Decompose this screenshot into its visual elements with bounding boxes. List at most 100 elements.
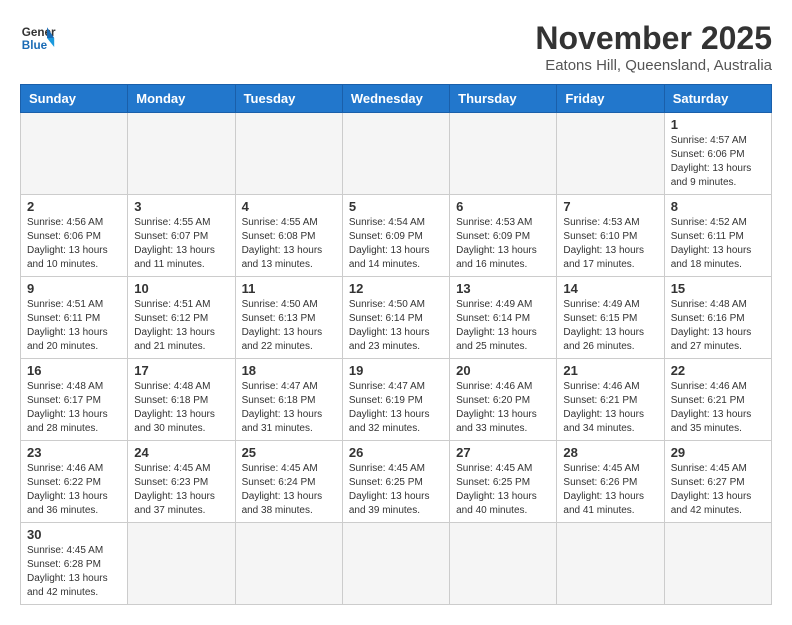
day-number: 3 (134, 199, 228, 214)
calendar-cell: 8 Sunrise: 4:52 AM Sunset: 6:11 PM Daylig… (664, 195, 771, 277)
calendar-cell: 11 Sunrise: 4:50 AM Sunset: 6:13 PM Dayli… (235, 277, 342, 359)
day-number: 21 (563, 363, 657, 378)
day-info: Sunrise: 4:45 AM Sunset: 6:25 PM Dayligh… (456, 462, 550, 518)
calendar-cell: 23 Sunrise: 4:46 AM Sunset: 6:22 PM Dayli… (21, 441, 128, 523)
day-number: 25 (242, 445, 336, 460)
calendar-cell: 25 Sunrise: 4:45 AM Sunset: 6:24 PM Dayli… (235, 441, 342, 523)
calendar-cell: 19Sunrise: 4:47 AM Sunset: 6:19 PM Dayli… (342, 359, 449, 441)
calendar-cell (664, 523, 771, 605)
day-number: 14 (563, 281, 657, 296)
calendar-cell: 26 Sunrise: 4:45 AM Sunset: 6:25 PM Dayli… (342, 441, 449, 523)
calendar-cell: 22 Sunrise: 4:46 AM Sunset: 6:21 PM Dayli… (664, 359, 771, 441)
calendar-cell: 9Sunrise: 4:51 AM Sunset: 6:11 PM Daylig… (21, 277, 128, 359)
calendar-cell: 13 Sunrise: 4:49 AM Sunset: 6:14 PM Dayli… (450, 277, 557, 359)
logo: General Blue (20, 20, 56, 56)
calendar-cell: 27 Sunrise: 4:45 AM Sunset: 6:25 PM Dayli… (450, 441, 557, 523)
day-number: 16 (27, 363, 121, 378)
day-number: 24 (134, 445, 228, 460)
day-info: Sunrise: 4:53 AM Sunset: 6:10 PM Dayligh… (563, 216, 657, 272)
day-number: 26 (349, 445, 443, 460)
calendar-cell: 7 Sunrise: 4:53 AM Sunset: 6:10 PM Daylig… (557, 195, 664, 277)
calendar-cell: 12 Sunrise: 4:50 AM Sunset: 6:14 PM Dayli… (342, 277, 449, 359)
day-number: 13 (456, 281, 550, 296)
calendar-cell: 29Sunrise: 4:45 AM Sunset: 6:27 PM Dayli… (664, 441, 771, 523)
calendar-cell: 30 Sunrise: 4:45 AM Sunset: 6:28 PM Dayli… (21, 523, 128, 605)
day-info: Sunrise: 4:50 AM Sunset: 6:14 PM Dayligh… (349, 298, 443, 354)
day-number: 2 (27, 199, 121, 214)
calendar-cell: 17Sunrise: 4:48 AM Sunset: 6:18 PM Dayli… (128, 359, 235, 441)
day-info: Sunrise: 4:46 AM Sunset: 6:21 PM Dayligh… (671, 380, 765, 436)
week-row-6: 30 Sunrise: 4:45 AM Sunset: 6:28 PM Dayli… (21, 523, 772, 605)
svg-text:Blue: Blue (22, 39, 48, 52)
calendar-cell (450, 113, 557, 195)
day-info: Sunrise: 4:45 AM Sunset: 6:25 PM Dayligh… (349, 462, 443, 518)
calendar-cell: 16 Sunrise: 4:48 AM Sunset: 6:17 PM Dayli… (21, 359, 128, 441)
weekday-header-sunday: Sunday (21, 85, 128, 113)
week-row-3: 9Sunrise: 4:51 AM Sunset: 6:11 PM Daylig… (21, 277, 772, 359)
calendar-cell: 4Sunrise: 4:55 AM Sunset: 6:08 PM Daylig… (235, 195, 342, 277)
calendar-cell: 14 Sunrise: 4:49 AM Sunset: 6:15 PM Dayli… (557, 277, 664, 359)
day-number: 7 (563, 199, 657, 214)
calendar-cell (557, 113, 664, 195)
day-info: Sunrise: 4:46 AM Sunset: 6:20 PM Dayligh… (456, 380, 550, 436)
calendar-cell: 5 Sunrise: 4:54 AM Sunset: 6:09 PM Daylig… (342, 195, 449, 277)
day-number: 5 (349, 199, 443, 214)
day-info: Sunrise: 4:54 AM Sunset: 6:09 PM Dayligh… (349, 216, 443, 272)
calendar-cell (21, 113, 128, 195)
day-info: Sunrise: 4:47 AM Sunset: 6:19 PM Dayligh… (349, 380, 443, 436)
day-number: 22 (671, 363, 765, 378)
calendar-cell (557, 523, 664, 605)
day-number: 8 (671, 199, 765, 214)
day-info: Sunrise: 4:48 AM Sunset: 6:17 PM Dayligh… (27, 380, 121, 436)
calendar-cell: 2Sunrise: 4:56 AM Sunset: 6:06 PM Daylig… (21, 195, 128, 277)
day-number: 18 (242, 363, 336, 378)
day-number: 30 (27, 527, 121, 542)
week-row-1: 1 Sunrise: 4:57 AM Sunset: 6:06 PM Daylig… (21, 113, 772, 195)
day-number: 27 (456, 445, 550, 460)
calendar-cell: 28Sunrise: 4:45 AM Sunset: 6:26 PM Dayli… (557, 441, 664, 523)
day-info: Sunrise: 4:51 AM Sunset: 6:11 PM Dayligh… (27, 298, 121, 354)
day-info: Sunrise: 4:47 AM Sunset: 6:18 PM Dayligh… (242, 380, 336, 436)
calendar-cell: 24 Sunrise: 4:45 AM Sunset: 6:23 PM Dayli… (128, 441, 235, 523)
weekday-header-wednesday: Wednesday (342, 85, 449, 113)
week-row-2: 2Sunrise: 4:56 AM Sunset: 6:06 PM Daylig… (21, 195, 772, 277)
day-info: Sunrise: 4:52 AM Sunset: 6:11 PM Dayligh… (671, 216, 765, 272)
day-info: Sunrise: 4:46 AM Sunset: 6:22 PM Dayligh… (27, 462, 121, 518)
generalblue-logo-icon: General Blue (20, 20, 56, 56)
week-row-4: 16 Sunrise: 4:48 AM Sunset: 6:17 PM Dayli… (21, 359, 772, 441)
day-number: 15 (671, 281, 765, 296)
day-number: 23 (27, 445, 121, 460)
day-info: Sunrise: 4:51 AM Sunset: 6:12 PM Dayligh… (134, 298, 228, 354)
weekday-header-friday: Friday (557, 85, 664, 113)
calendar-cell: 3Sunrise: 4:55 AM Sunset: 6:07 PM Daylig… (128, 195, 235, 277)
day-number: 6 (456, 199, 550, 214)
calendar-cell: 1 Sunrise: 4:57 AM Sunset: 6:06 PM Daylig… (664, 113, 771, 195)
day-number: 28 (563, 445, 657, 460)
page-header: General Blue November 2025 Eatons Hill, … (20, 20, 772, 74)
day-info: Sunrise: 4:49 AM Sunset: 6:15 PM Dayligh… (563, 298, 657, 354)
weekday-header-row: SundayMondayTuesdayWednesdayThursdayFrid… (21, 85, 772, 113)
day-info: Sunrise: 4:55 AM Sunset: 6:08 PM Dayligh… (242, 216, 336, 272)
day-info: Sunrise: 4:48 AM Sunset: 6:16 PM Dayligh… (671, 298, 765, 354)
day-info: Sunrise: 4:45 AM Sunset: 6:24 PM Dayligh… (242, 462, 336, 518)
calendar-cell: 6 Sunrise: 4:53 AM Sunset: 6:09 PM Daylig… (450, 195, 557, 277)
day-number: 12 (349, 281, 443, 296)
calendar-cell (235, 113, 342, 195)
week-row-5: 23 Sunrise: 4:46 AM Sunset: 6:22 PM Dayli… (21, 441, 772, 523)
calendar-cell (450, 523, 557, 605)
weekday-header-monday: Monday (128, 85, 235, 113)
day-number: 11 (242, 281, 336, 296)
day-number: 1 (671, 117, 765, 132)
day-info: Sunrise: 4:49 AM Sunset: 6:14 PM Dayligh… (456, 298, 550, 354)
calendar-cell: 10Sunrise: 4:51 AM Sunset: 6:12 PM Dayli… (128, 277, 235, 359)
calendar-cell: 15 Sunrise: 4:48 AM Sunset: 6:16 PM Dayli… (664, 277, 771, 359)
calendar-cell: 18 Sunrise: 4:47 AM Sunset: 6:18 PM Dayli… (235, 359, 342, 441)
day-info: Sunrise: 4:46 AM Sunset: 6:21 PM Dayligh… (563, 380, 657, 436)
day-info: Sunrise: 4:57 AM Sunset: 6:06 PM Dayligh… (671, 134, 765, 190)
day-info: Sunrise: 4:45 AM Sunset: 6:28 PM Dayligh… (27, 544, 121, 600)
day-info: Sunrise: 4:50 AM Sunset: 6:13 PM Dayligh… (242, 298, 336, 354)
calendar-cell: 21 Sunrise: 4:46 AM Sunset: 6:21 PM Dayli… (557, 359, 664, 441)
day-info: Sunrise: 4:45 AM Sunset: 6:23 PM Dayligh… (134, 462, 228, 518)
day-info: Sunrise: 4:53 AM Sunset: 6:09 PM Dayligh… (456, 216, 550, 272)
location-subtitle: Eatons Hill, Queensland, Australia (535, 57, 772, 74)
